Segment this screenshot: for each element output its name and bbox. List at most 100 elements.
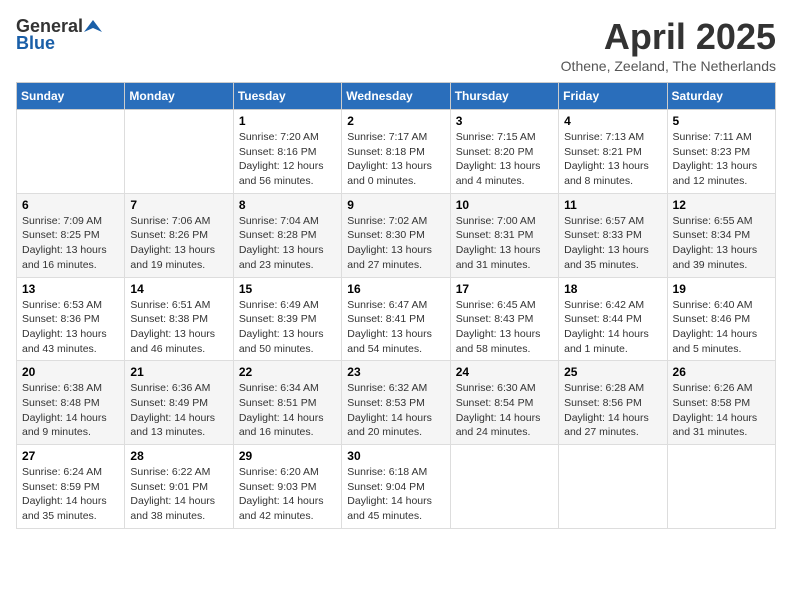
day-number: 24 (456, 365, 553, 379)
column-header-tuesday: Tuesday (233, 83, 341, 110)
calendar-cell: 18Sunrise: 6:42 AM Sunset: 8:44 PM Dayli… (559, 277, 667, 361)
logo-bird-icon (84, 18, 102, 36)
day-info: Sunrise: 6:40 AM Sunset: 8:46 PM Dayligh… (673, 298, 770, 357)
calendar-cell: 29 Sunrise: 6:20 AM Sunset: 9:03 PM Dayli… (233, 445, 341, 529)
calendar-cell (559, 445, 667, 529)
day-info: Sunrise: 7:20 AM Sunset: 8:16 PM Dayligh… (239, 130, 336, 189)
calendar-cell: 19Sunrise: 6:40 AM Sunset: 8:46 PM Dayli… (667, 277, 775, 361)
day-info: Sunrise: 7:04 AM Sunset: 8:28 PM Dayligh… (239, 214, 336, 273)
calendar-cell: 24 Sunrise: 6:30 AM Sunset: 8:54 PM Dayli… (450, 361, 558, 445)
calendar-cell: 5 Sunrise: 7:11 AM Sunset: 8:23 PM Daylig… (667, 110, 775, 194)
day-info: Sunrise: 7:13 AM Sunset: 8:21 PM Dayligh… (564, 130, 661, 189)
day-number: 1 (239, 114, 336, 128)
day-info: Sunrise: 7:06 AM Sunset: 8:26 PM Dayligh… (130, 214, 227, 273)
calendar-header-row: SundayMondayTuesdayWednesdayThursdayFrid… (17, 83, 776, 110)
day-number: 11 (564, 198, 661, 212)
month-title: April 2025 (561, 16, 776, 58)
page-header: General Blue April 2025 Othene, Zeeland,… (16, 16, 776, 74)
day-info: Sunrise: 6:22 AM Sunset: 9:01 PM Dayligh… (130, 465, 227, 524)
day-number: 22 (239, 365, 336, 379)
calendar-cell (17, 110, 125, 194)
calendar-cell: 9 Sunrise: 7:02 AM Sunset: 8:30 PM Daylig… (342, 193, 450, 277)
day-number: 20 (22, 365, 119, 379)
day-number: 27 (22, 449, 119, 463)
calendar-cell: 13Sunrise: 6:53 AM Sunset: 8:36 PM Dayli… (17, 277, 125, 361)
day-number: 3 (456, 114, 553, 128)
calendar-week-3: 13Sunrise: 6:53 AM Sunset: 8:36 PM Dayli… (17, 277, 776, 361)
day-number: 8 (239, 198, 336, 212)
calendar-cell: 15 Sunrise: 6:49 AM Sunset: 8:39 PM Dayli… (233, 277, 341, 361)
day-number: 12 (673, 198, 770, 212)
day-number: 9 (347, 198, 444, 212)
day-number: 17 (456, 282, 553, 296)
calendar-cell: 1 Sunrise: 7:20 AM Sunset: 8:16 PM Daylig… (233, 110, 341, 194)
location-text: Othene, Zeeland, The Netherlands (561, 58, 776, 74)
calendar-week-4: 20 Sunrise: 6:38 AM Sunset: 8:48 PM Dayli… (17, 361, 776, 445)
day-info: Sunrise: 6:57 AM Sunset: 8:33 PM Dayligh… (564, 214, 661, 273)
day-info: Sunrise: 6:42 AM Sunset: 8:44 PM Dayligh… (564, 298, 661, 357)
calendar-cell: 26 Sunrise: 6:26 AM Sunset: 8:58 PM Dayli… (667, 361, 775, 445)
day-info: Sunrise: 6:26 AM Sunset: 8:58 PM Dayligh… (673, 381, 770, 440)
day-number: 10 (456, 198, 553, 212)
calendar-cell: 8 Sunrise: 7:04 AM Sunset: 8:28 PM Daylig… (233, 193, 341, 277)
logo: General Blue (16, 16, 103, 54)
calendar-cell: 12Sunrise: 6:55 AM Sunset: 8:34 PM Dayli… (667, 193, 775, 277)
day-info: Sunrise: 7:09 AM Sunset: 8:25 PM Dayligh… (22, 214, 119, 273)
day-number: 15 (239, 282, 336, 296)
day-info: Sunrise: 6:24 AM Sunset: 8:59 PM Dayligh… (22, 465, 119, 524)
calendar-cell: 17 Sunrise: 6:45 AM Sunset: 8:43 PM Dayli… (450, 277, 558, 361)
column-header-monday: Monday (125, 83, 233, 110)
day-number: 6 (22, 198, 119, 212)
calendar-cell: 22Sunrise: 6:34 AM Sunset: 8:51 PM Dayli… (233, 361, 341, 445)
calendar-cell: 27 Sunrise: 6:24 AM Sunset: 8:59 PM Dayli… (17, 445, 125, 529)
calendar-cell: 23 Sunrise: 6:32 AM Sunset: 8:53 PM Dayli… (342, 361, 450, 445)
calendar-week-5: 27 Sunrise: 6:24 AM Sunset: 8:59 PM Dayli… (17, 445, 776, 529)
day-info: Sunrise: 6:20 AM Sunset: 9:03 PM Dayligh… (239, 465, 336, 524)
calendar-cell: 16 Sunrise: 6:47 AM Sunset: 8:41 PM Dayli… (342, 277, 450, 361)
day-info: Sunrise: 6:38 AM Sunset: 8:48 PM Dayligh… (22, 381, 119, 440)
day-info: Sunrise: 6:47 AM Sunset: 8:41 PM Dayligh… (347, 298, 444, 357)
calendar-cell: 7 Sunrise: 7:06 AM Sunset: 8:26 PM Daylig… (125, 193, 233, 277)
column-header-wednesday: Wednesday (342, 83, 450, 110)
calendar-cell (450, 445, 558, 529)
day-number: 13 (22, 282, 119, 296)
calendar-cell: 10 Sunrise: 7:00 AM Sunset: 8:31 PM Dayli… (450, 193, 558, 277)
day-number: 26 (673, 365, 770, 379)
column-header-friday: Friday (559, 83, 667, 110)
day-number: 7 (130, 198, 227, 212)
day-info: Sunrise: 6:30 AM Sunset: 8:54 PM Dayligh… (456, 381, 553, 440)
day-number: 5 (673, 114, 770, 128)
calendar-cell (125, 110, 233, 194)
day-info: Sunrise: 6:45 AM Sunset: 8:43 PM Dayligh… (456, 298, 553, 357)
calendar-cell: 20 Sunrise: 6:38 AM Sunset: 8:48 PM Dayli… (17, 361, 125, 445)
day-info: Sunrise: 6:51 AM Sunset: 8:38 PM Dayligh… (130, 298, 227, 357)
day-info: Sunrise: 7:02 AM Sunset: 8:30 PM Dayligh… (347, 214, 444, 273)
day-number: 4 (564, 114, 661, 128)
day-number: 23 (347, 365, 444, 379)
day-number: 21 (130, 365, 227, 379)
day-info: Sunrise: 7:11 AM Sunset: 8:23 PM Dayligh… (673, 130, 770, 189)
day-number: 29 (239, 449, 336, 463)
day-info: Sunrise: 6:36 AM Sunset: 8:49 PM Dayligh… (130, 381, 227, 440)
day-number: 2 (347, 114, 444, 128)
calendar-cell: 6 Sunrise: 7:09 AM Sunset: 8:25 PM Daylig… (17, 193, 125, 277)
day-info: Sunrise: 7:15 AM Sunset: 8:20 PM Dayligh… (456, 130, 553, 189)
day-info: Sunrise: 6:32 AM Sunset: 8:53 PM Dayligh… (347, 381, 444, 440)
column-header-sunday: Sunday (17, 83, 125, 110)
day-number: 16 (347, 282, 444, 296)
logo-blue-text: Blue (16, 33, 55, 54)
day-info: Sunrise: 6:49 AM Sunset: 8:39 PM Dayligh… (239, 298, 336, 357)
day-info: Sunrise: 7:00 AM Sunset: 8:31 PM Dayligh… (456, 214, 553, 273)
day-info: Sunrise: 7:17 AM Sunset: 8:18 PM Dayligh… (347, 130, 444, 189)
day-number: 28 (130, 449, 227, 463)
day-info: Sunrise: 6:28 AM Sunset: 8:56 PM Dayligh… (564, 381, 661, 440)
column-header-thursday: Thursday (450, 83, 558, 110)
day-info: Sunrise: 6:18 AM Sunset: 9:04 PM Dayligh… (347, 465, 444, 524)
calendar-cell: 21 Sunrise: 6:36 AM Sunset: 8:49 PM Dayli… (125, 361, 233, 445)
calendar-cell: 14Sunrise: 6:51 AM Sunset: 8:38 PM Dayli… (125, 277, 233, 361)
column-header-saturday: Saturday (667, 83, 775, 110)
calendar-cell: 25Sunrise: 6:28 AM Sunset: 8:56 PM Dayli… (559, 361, 667, 445)
day-number: 30 (347, 449, 444, 463)
calendar-table: SundayMondayTuesdayWednesdayThursdayFrid… (16, 82, 776, 529)
calendar-cell: 4 Sunrise: 7:13 AM Sunset: 8:21 PM Daylig… (559, 110, 667, 194)
